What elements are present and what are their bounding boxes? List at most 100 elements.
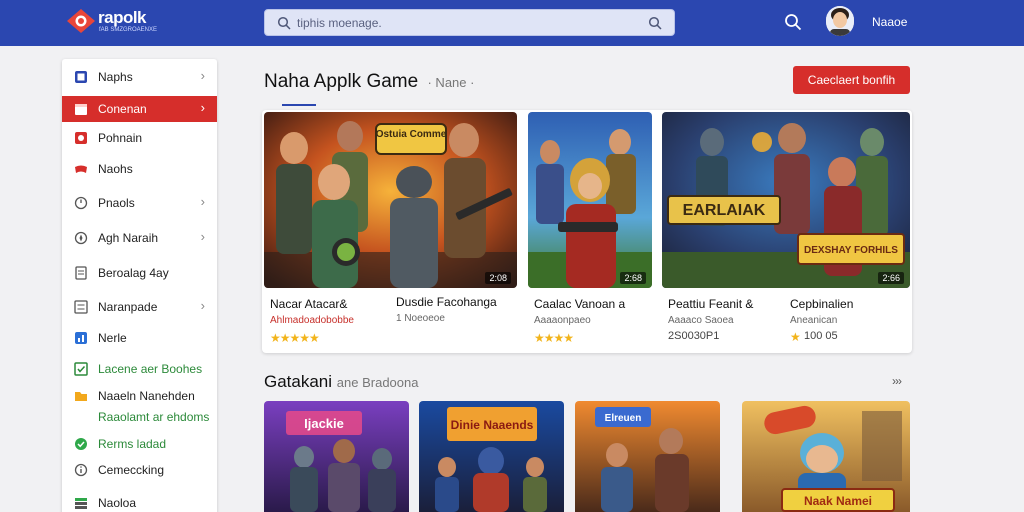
header-search-icon[interactable] bbox=[784, 13, 802, 31]
thumb-title: Naak Namei bbox=[804, 494, 872, 508]
game-title: Nacar Atacar& bbox=[270, 297, 348, 311]
title-underline bbox=[282, 104, 316, 106]
sidebar: Naphs › Conenan › Pohnain Naohs Pnaols ›… bbox=[62, 59, 217, 512]
sidebar-sub-label[interactable]: Raaolamt ar ehdoms bbox=[98, 410, 209, 424]
avatar-image bbox=[826, 6, 854, 36]
chevron-right-icon: › bbox=[200, 194, 205, 209]
duration-badge: 2:66 bbox=[878, 272, 904, 284]
game-downloads: 2S0030P1 bbox=[668, 330, 720, 342]
game-thumbnail[interactable]: Naak Namei bbox=[742, 401, 910, 512]
sidebar-item-cemeccking[interactable]: Cemeccking bbox=[62, 457, 217, 483]
game-thumbnail[interactable]: Ijackie bbox=[264, 401, 409, 512]
game-title: Caalac Vanoan a bbox=[534, 297, 626, 311]
page-title-text: Naha Applk Game bbox=[264, 71, 419, 92]
thumb-title: Dinie Naaends bbox=[451, 418, 534, 432]
user-name[interactable]: Naaoe bbox=[872, 15, 907, 29]
logo-icon bbox=[67, 9, 95, 33]
chevron-right-icon: › bbox=[200, 68, 205, 83]
sidebar-item-lacene[interactable]: Lacene aer Boohes bbox=[62, 356, 217, 382]
game-artwork: EARLAIAK DEXSHAY FORHILS bbox=[662, 112, 910, 288]
sidebar-item-naphs[interactable]: Naphs › bbox=[62, 64, 217, 90]
art-banner-title: EARLAIAK bbox=[683, 202, 766, 219]
page-subtitle: · Nane · bbox=[427, 75, 475, 90]
sidebar-item-conenan[interactable]: Conenan › bbox=[62, 96, 217, 122]
logo-subtitle: fAB SMZGROAENXE bbox=[99, 27, 158, 33]
sidebar-item-label: Pnaols bbox=[98, 196, 135, 210]
game-title: Peattiu Feanit & bbox=[668, 297, 754, 311]
sidebar-item-pohnain[interactable]: Pohnain bbox=[62, 125, 217, 151]
sidebar-item-beroalag[interactable]: Beroalag 4ay bbox=[62, 260, 217, 286]
section-subtitle: ane Bradoona bbox=[336, 375, 419, 390]
sidebar-item-label: Beroalag 4ay bbox=[98, 266, 169, 280]
art-banner-subtitle: DEXSHAY FORHILS bbox=[804, 245, 898, 256]
sidebar-item-label: Naohs bbox=[98, 162, 133, 176]
rating-stars: ★ bbox=[790, 330, 801, 344]
compass-icon bbox=[74, 231, 88, 245]
see-more-link[interactable]: ››› bbox=[892, 374, 902, 388]
rating-stars: ★★★★ bbox=[534, 331, 574, 345]
sidebar-item-label: Naaeln Nanehden bbox=[98, 389, 195, 403]
sidebar-item-label: Rerms ladad bbox=[98, 437, 167, 451]
game-subtitle: Aneanican bbox=[790, 315, 838, 326]
chevron-right-icon: › bbox=[200, 229, 205, 244]
game-artwork bbox=[528, 112, 652, 288]
gamepad-icon bbox=[75, 132, 87, 144]
chevron-right-icon: › bbox=[200, 298, 205, 313]
search-icon bbox=[277, 16, 291, 30]
thumb-title: Ijackie bbox=[304, 416, 344, 431]
info-icon bbox=[74, 463, 88, 477]
game-subtitle: 1 Noeoeoe bbox=[396, 313, 445, 324]
game-card[interactable]: Dusdie Facohanga 1 Noeoeoe bbox=[390, 295, 515, 355]
search-bar[interactable] bbox=[264, 9, 675, 36]
rating-stars: ★★★★★ bbox=[270, 331, 320, 345]
sidebar-item-nerle[interactable]: Nerle bbox=[62, 325, 217, 351]
game-card[interactable]: 2:68 Caalac Vanoan a Aaaaonpaeo ★★★★ bbox=[528, 112, 652, 350]
featured-panel: Ostuia Comme 2:08 Nacar Atacar& Ahlmadoa… bbox=[262, 110, 912, 353]
checklist-icon bbox=[74, 362, 88, 376]
game-subtitle: Aaaaco Saoea bbox=[668, 315, 734, 326]
app-logo[interactable]: rapolk fAB SMZGROAENXE bbox=[66, 6, 162, 36]
sidebar-item-label: Agh Naraih bbox=[98, 231, 159, 245]
grid-icon bbox=[75, 71, 87, 83]
sidebar-item-label: Pohnain bbox=[98, 131, 143, 145]
page-title: Naha Applk Game · Nane · bbox=[264, 71, 474, 93]
sidebar-item-label: Lacene aer Boohes bbox=[98, 362, 203, 376]
sidebar-item-label: Nerle bbox=[98, 331, 127, 345]
sidebar-item-naranpade[interactable]: Naranpade › bbox=[62, 294, 217, 320]
game-downloads: 100 05 bbox=[804, 330, 838, 342]
top-bar: rapolk fAB SMZGROAENXE Naaoe bbox=[0, 0, 1024, 46]
art-banner-title: Ostuia Comme bbox=[376, 129, 447, 140]
sidebar-item-label: Conenan bbox=[98, 102, 147, 116]
duration-badge: 2:68 bbox=[620, 272, 646, 284]
document-icon bbox=[75, 266, 87, 280]
clock-icon bbox=[74, 196, 88, 210]
sidebar-item-agh-naraih[interactable]: Agh Naraih › bbox=[62, 225, 217, 251]
controller-icon bbox=[75, 165, 87, 173]
sidebar-item-naoloa[interactable]: Naoloa bbox=[62, 490, 217, 512]
sidebar-item-label: Naranpade bbox=[98, 300, 158, 314]
search-input[interactable] bbox=[297, 14, 627, 32]
stack-icon bbox=[75, 498, 87, 509]
thumb-title: Elreuen bbox=[605, 413, 642, 424]
sidebar-item-rerms[interactable]: Rerms ladad bbox=[62, 431, 217, 457]
game-card[interactable]: Cepbinalien Aneanican ★ 100 05 bbox=[784, 297, 908, 357]
game-thumbnail[interactable]: Elreuen bbox=[575, 401, 720, 512]
folder-icon bbox=[75, 392, 87, 401]
list-icon bbox=[74, 300, 88, 314]
sidebar-item-naaeln[interactable]: Naaeln Nanehden bbox=[62, 383, 217, 409]
sidebar-item-label: Cemeccking bbox=[98, 463, 165, 477]
search-submit-icon[interactable] bbox=[648, 16, 662, 30]
primary-action-button[interactable]: Caeclaert bonfih bbox=[793, 66, 910, 94]
duration-badge: 2:08 bbox=[485, 272, 511, 284]
check-circle-icon bbox=[75, 438, 87, 450]
sidebar-item-label: Naoloa bbox=[98, 496, 137, 510]
section-title-text: Gatakani bbox=[264, 372, 333, 391]
sidebar-item-pnaols[interactable]: Pnaols › bbox=[62, 190, 217, 216]
game-title: Dusdie Facohanga bbox=[396, 295, 497, 309]
game-subtitle: Aaaaonpaeo bbox=[534, 315, 591, 326]
game-title: Cepbinalien bbox=[790, 297, 854, 311]
game-thumbnail[interactable]: Dinie Naaends bbox=[419, 401, 564, 512]
sidebar-item-naohs[interactable]: Naohs bbox=[62, 156, 217, 182]
avatar[interactable] bbox=[826, 6, 854, 36]
game-card[interactable]: Peattiu Feanit & Aaaaco Saoea 2S0030P1 bbox=[662, 297, 780, 357]
